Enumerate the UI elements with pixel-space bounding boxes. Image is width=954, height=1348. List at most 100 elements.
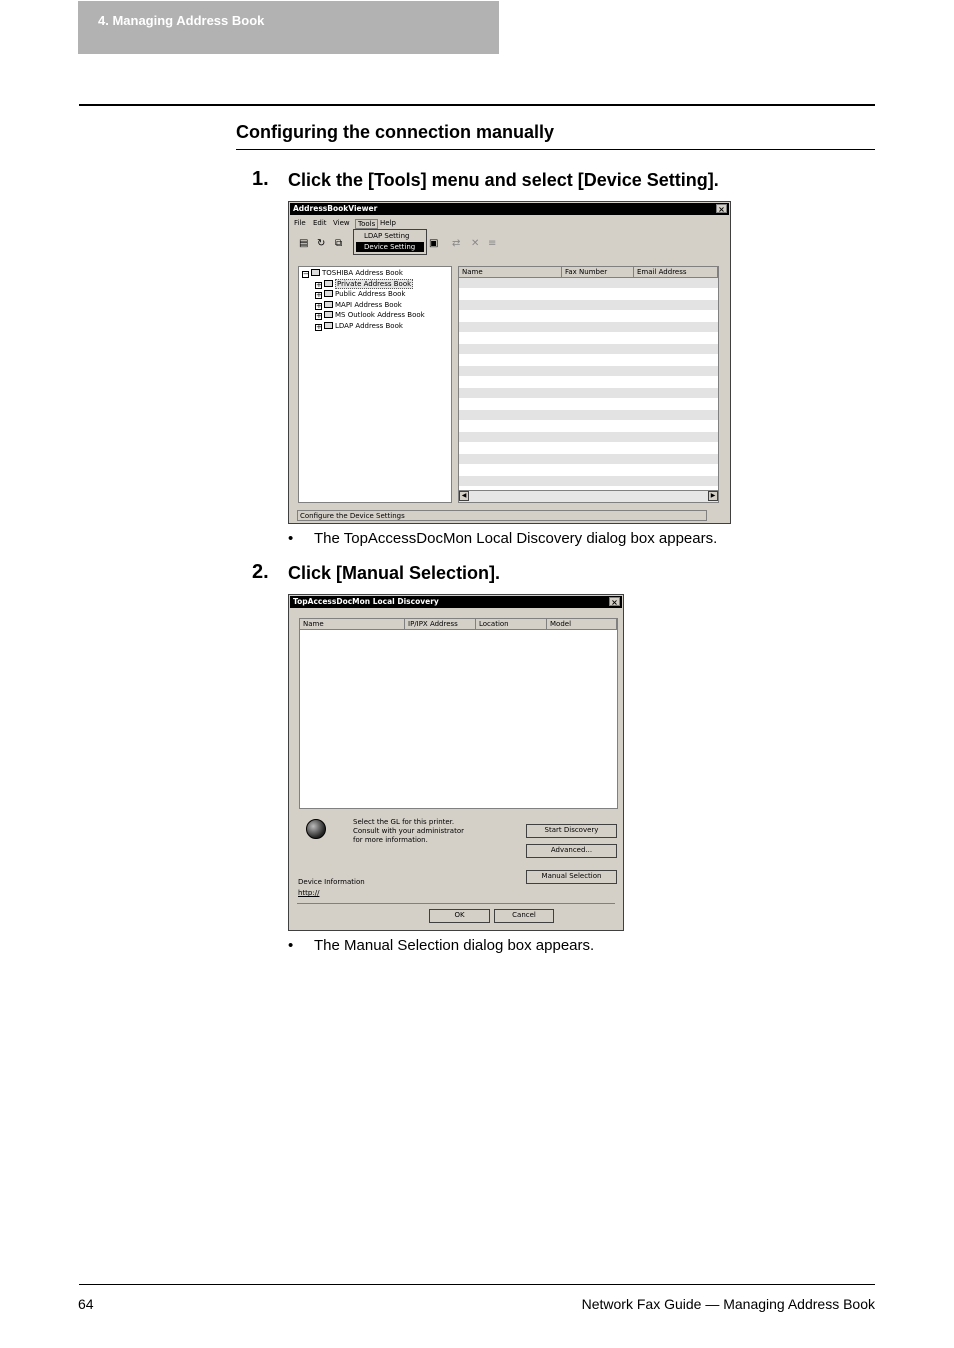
- window-title: AddressBookViewer: [293, 204, 378, 213]
- step-1-number: 1.: [252, 168, 269, 190]
- list-row[interactable]: [459, 366, 718, 376]
- list-row[interactable]: [459, 454, 718, 464]
- close-icon[interactable]: ×: [716, 204, 727, 214]
- step-2-text: Click [Manual Selection].: [288, 563, 501, 583]
- list-row[interactable]: [459, 289, 718, 299]
- close-icon[interactable]: ×: [609, 597, 620, 607]
- device-info-link[interactable]: http://: [298, 889, 319, 897]
- horizontal-scrollbar[interactable]: ◀ ▶: [459, 490, 718, 502]
- list-row[interactable]: [459, 322, 718, 332]
- section-rule: [236, 149, 875, 150]
- menu-item-ldap-setting[interactable]: LDAP Setting: [364, 232, 409, 240]
- column-header-name[interactable]: Name: [300, 619, 405, 629]
- chapter-title: 4. Managing Address Book: [98, 13, 265, 28]
- tree-item-label: MS Outlook Address Book: [335, 311, 425, 319]
- list-row[interactable]: [459, 278, 718, 288]
- properties-icon[interactable]: ▣: [429, 239, 438, 249]
- menu-item-device-setting[interactable]: Device Setting: [356, 242, 424, 252]
- tree-item-private[interactable]: + Private Address Book: [315, 279, 414, 289]
- tree-item-ldap[interactable]: + LDAP Address Book: [315, 322, 403, 331]
- step-1-text: Click the [Tools] menu and select [Devic…: [288, 170, 719, 190]
- expand-icon[interactable]: +: [315, 313, 322, 320]
- address-book-folder-icon: [324, 301, 333, 308]
- sync-icon[interactable]: ⇄: [452, 239, 460, 249]
- column-header-email[interactable]: Email Address: [634, 267, 718, 277]
- list-row[interactable]: [459, 432, 718, 442]
- list-row[interactable]: [459, 399, 718, 409]
- column-header-fax[interactable]: Fax Number: [562, 267, 634, 277]
- start-discovery-button[interactable]: Start Discovery: [526, 824, 617, 838]
- tree-item-label: MAPI Address Book: [335, 301, 402, 309]
- collapse-icon[interactable]: −: [302, 271, 309, 278]
- dialog-title: TopAccessDocMon Local Discovery: [293, 597, 439, 606]
- delete-icon[interactable]: ✕: [471, 239, 479, 249]
- list-row[interactable]: [459, 388, 718, 398]
- expand-icon[interactable]: +: [315, 292, 322, 299]
- tree-item-outlook[interactable]: + MS Outlook Address Book: [315, 311, 425, 320]
- status-text: Configure the Device Settings: [300, 512, 405, 520]
- list-pane: Name Fax Number Email Address ◀ ▶: [458, 266, 719, 503]
- expand-icon[interactable]: +: [315, 303, 322, 310]
- step-2-result: • The Manual Selection dialog box appear…: [288, 937, 788, 957]
- scroll-left-icon[interactable]: ◀: [459, 491, 469, 501]
- list-row[interactable]: [459, 355, 718, 365]
- tree-root-label: TOSHIBA Address Book: [322, 269, 403, 277]
- list-icon[interactable]: ≡: [488, 239, 496, 249]
- expand-icon[interactable]: +: [315, 324, 322, 331]
- tools-dropdown: LDAP Setting Device Setting: [353, 229, 427, 255]
- local-discovery-dialog: TopAccessDocMon Local Discovery × Name I…: [288, 594, 624, 931]
- cancel-button[interactable]: Cancel: [494, 909, 554, 923]
- list-row[interactable]: [459, 377, 718, 387]
- menu-view[interactable]: View: [333, 219, 350, 227]
- address-book-folder-icon: [324, 311, 333, 318]
- tree-pane: − TOSHIBA Address Book + Private Address B…: [298, 266, 452, 503]
- step-1-result: • The TopAccessDocMon Local Discovery di…: [288, 530, 788, 550]
- advanced-button[interactable]: Advanced...: [526, 844, 617, 858]
- list-row[interactable]: [459, 421, 718, 431]
- title-bar: TopAccessDocMon Local Discovery ×: [290, 596, 622, 608]
- list-row[interactable]: [459, 333, 718, 343]
- address-book-folder-icon: [311, 269, 320, 276]
- footer-rule: [79, 1284, 875, 1285]
- tree-root[interactable]: − TOSHIBA Address Book: [302, 269, 403, 278]
- column-header-address[interactable]: IP/IPX Address: [405, 619, 476, 629]
- copy-icon[interactable]: ⧉: [335, 239, 342, 249]
- manual-selection-button[interactable]: Manual Selection: [526, 870, 617, 884]
- list-row[interactable]: [459, 311, 718, 321]
- address-book-folder-icon: [324, 280, 333, 287]
- ok-button[interactable]: OK: [429, 909, 490, 923]
- list-row[interactable]: [459, 476, 718, 486]
- address-book-icon[interactable]: ▤: [299, 239, 308, 249]
- list-row[interactable]: [459, 410, 718, 420]
- chapter-tab: 4. Managing Address Book: [78, 1, 499, 54]
- scroll-right-icon[interactable]: ▶: [708, 491, 718, 501]
- tree-item-public[interactable]: + Public Address Book: [315, 290, 405, 299]
- column-header-model[interactable]: Model: [547, 619, 617, 629]
- menu-tools[interactable]: Tools: [355, 219, 379, 229]
- menu-help[interactable]: Help: [380, 219, 396, 227]
- device-list-header: Name IP/IPX Address Location Model: [300, 619, 617, 630]
- bullet-dot: •: [288, 937, 294, 954]
- step-1-result-text: The TopAccessDocMon Local Discovery dial…: [314, 530, 718, 547]
- globe-icon: [306, 819, 326, 839]
- page-number: 64: [78, 1296, 94, 1312]
- step-2-number: 2.: [252, 561, 269, 583]
- column-header-location[interactable]: Location: [476, 619, 547, 629]
- info-text: Select the GL for this printer. Consult …: [353, 818, 464, 844]
- list-row[interactable]: [459, 300, 718, 310]
- top-rule: [79, 104, 875, 106]
- column-header-name[interactable]: Name: [459, 267, 562, 277]
- expand-icon[interactable]: +: [315, 282, 322, 289]
- footer-title: Network Fax Guide — Managing Address Boo…: [581, 1296, 875, 1312]
- dialog-divider: [297, 903, 615, 904]
- menu-edit[interactable]: Edit: [313, 219, 327, 227]
- tree-item-mapi[interactable]: + MAPI Address Book: [315, 301, 402, 310]
- list-row[interactable]: [459, 443, 718, 453]
- list-header: Name Fax Number Email Address: [459, 267, 718, 278]
- list-row[interactable]: [459, 344, 718, 354]
- refresh-icon[interactable]: ↻: [317, 239, 325, 249]
- menu-file[interactable]: File: [294, 219, 306, 227]
- step-2-result-text: The Manual Selection dialog box appears.: [314, 937, 595, 954]
- status-bar: Configure the Device Settings: [297, 510, 707, 521]
- list-row[interactable]: [459, 465, 718, 475]
